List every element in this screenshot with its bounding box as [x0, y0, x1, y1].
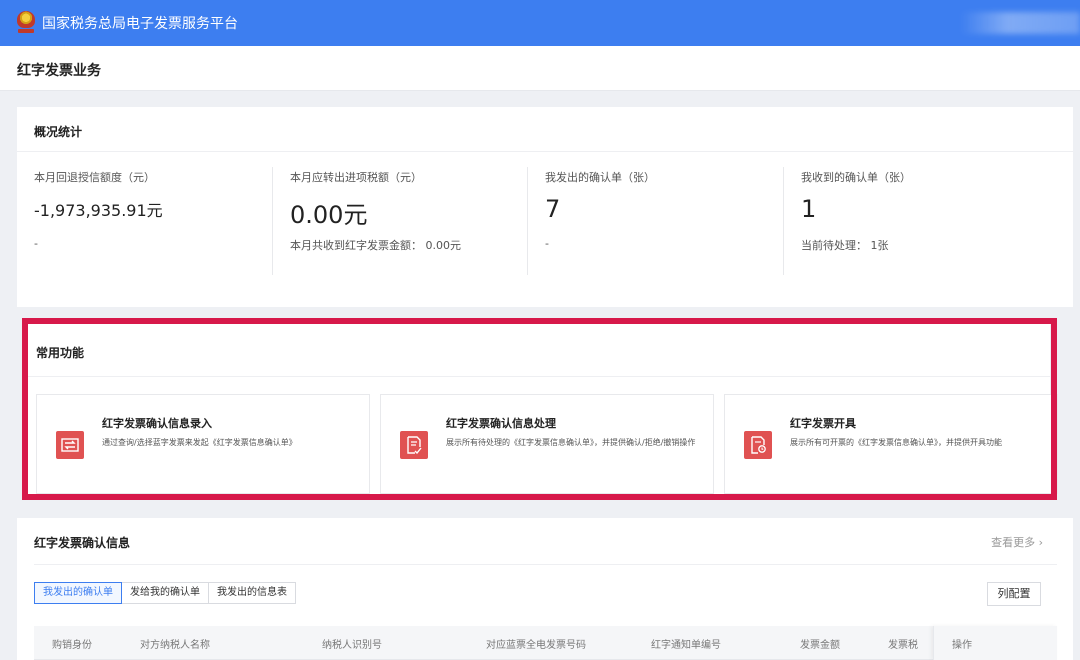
- column-header: 红字通知单编号: [651, 640, 721, 651]
- stat-label: 我收到的确认单（张）: [801, 171, 911, 184]
- stat-divider: [272, 167, 273, 275]
- view-more-link[interactable]: 查看更多 ›: [991, 534, 1043, 550]
- stat-extra: -: [545, 237, 549, 250]
- stat-value: -1,973,935.91元: [34, 201, 163, 220]
- column-config-button[interactable]: 列配置: [987, 582, 1041, 606]
- divider: [17, 151, 1073, 152]
- column-header: 纳税人识别号: [322, 640, 382, 651]
- platform-title: 国家税务总局电子发票服务平台: [42, 16, 238, 32]
- page-header: 红字发票业务: [0, 46, 1080, 91]
- stat-extra: -: [34, 237, 38, 250]
- stat-value: 1: [801, 195, 817, 223]
- top-nav-bar: 国家税务总局电子发票服务平台: [0, 0, 1080, 46]
- view-more-label: 查看更多: [991, 536, 1036, 549]
- confirmation-records-card: 红字发票确认信息 查看更多 › 我发出的确认单 发给我的确认单 我发出的信息表 …: [17, 518, 1073, 660]
- column-header: 对应蓝票全电发票号码: [486, 640, 586, 651]
- table-header: 购销身份 对方纳税人名称 纳税人识别号 对应蓝票全电发票号码 红字通知单编号 发…: [34, 626, 1057, 660]
- stat-value: 7: [545, 195, 561, 223]
- stat-extra: 当前待处理： 1张: [801, 239, 889, 252]
- column-header: 发票金额: [800, 640, 840, 651]
- column-header: 操作: [952, 640, 972, 651]
- tab-sent-info-tables[interactable]: 我发出的信息表: [208, 582, 296, 604]
- page-title: 红字发票业务: [17, 63, 101, 79]
- tab-received-confirmations[interactable]: 发给我的确认单: [121, 582, 209, 604]
- stat-divider: [527, 167, 528, 275]
- records-tabs: 我发出的确认单 发给我的确认单 我发出的信息表: [34, 582, 296, 604]
- tax-bureau-logo-icon: [16, 11, 36, 35]
- tab-sent-confirmations[interactable]: 我发出的确认单: [34, 582, 122, 604]
- stat-credit-refund: 本月回退授信额度（元） -1,973,935.91元 -: [34, 169, 289, 277]
- stat-label: 我发出的确认单（张）: [545, 171, 655, 184]
- highlight-box: [22, 318, 1057, 500]
- column-header: 发票税: [888, 640, 918, 651]
- stat-extra: 本月共收到红字发票金额： 0.00元: [290, 239, 461, 252]
- overview-title: 概况统计: [34, 125, 83, 139]
- operation-column-header: 操作: [933, 626, 1057, 660]
- chevron-right-icon: ›: [1038, 536, 1043, 549]
- stat-label: 本月回退授信额度（元）: [34, 171, 155, 184]
- stat-input-tax-out: 本月应转出进项税额（元） 0.00元 本月共收到红字发票金额： 0.00元: [290, 169, 545, 277]
- column-header: 对方纳税人名称: [140, 640, 210, 651]
- stat-label: 本月应转出进项税额（元）: [290, 171, 422, 184]
- overview-card: 概况统计 本月回退授信额度（元） -1,973,935.91元 - 本月应转出进…: [17, 107, 1073, 307]
- records-title: 红字发票确认信息: [34, 536, 131, 550]
- user-info-blurred[interactable]: [960, 12, 1080, 34]
- stat-divider: [783, 167, 784, 275]
- divider: [34, 564, 1057, 565]
- stat-value: 0.00元: [290, 201, 368, 229]
- stat-received-confirmations: 我收到的确认单（张） 1 当前待处理： 1张: [801, 169, 1056, 277]
- column-header: 购销身份: [52, 640, 92, 651]
- stat-sent-confirmations: 我发出的确认单（张） 7 -: [545, 169, 800, 277]
